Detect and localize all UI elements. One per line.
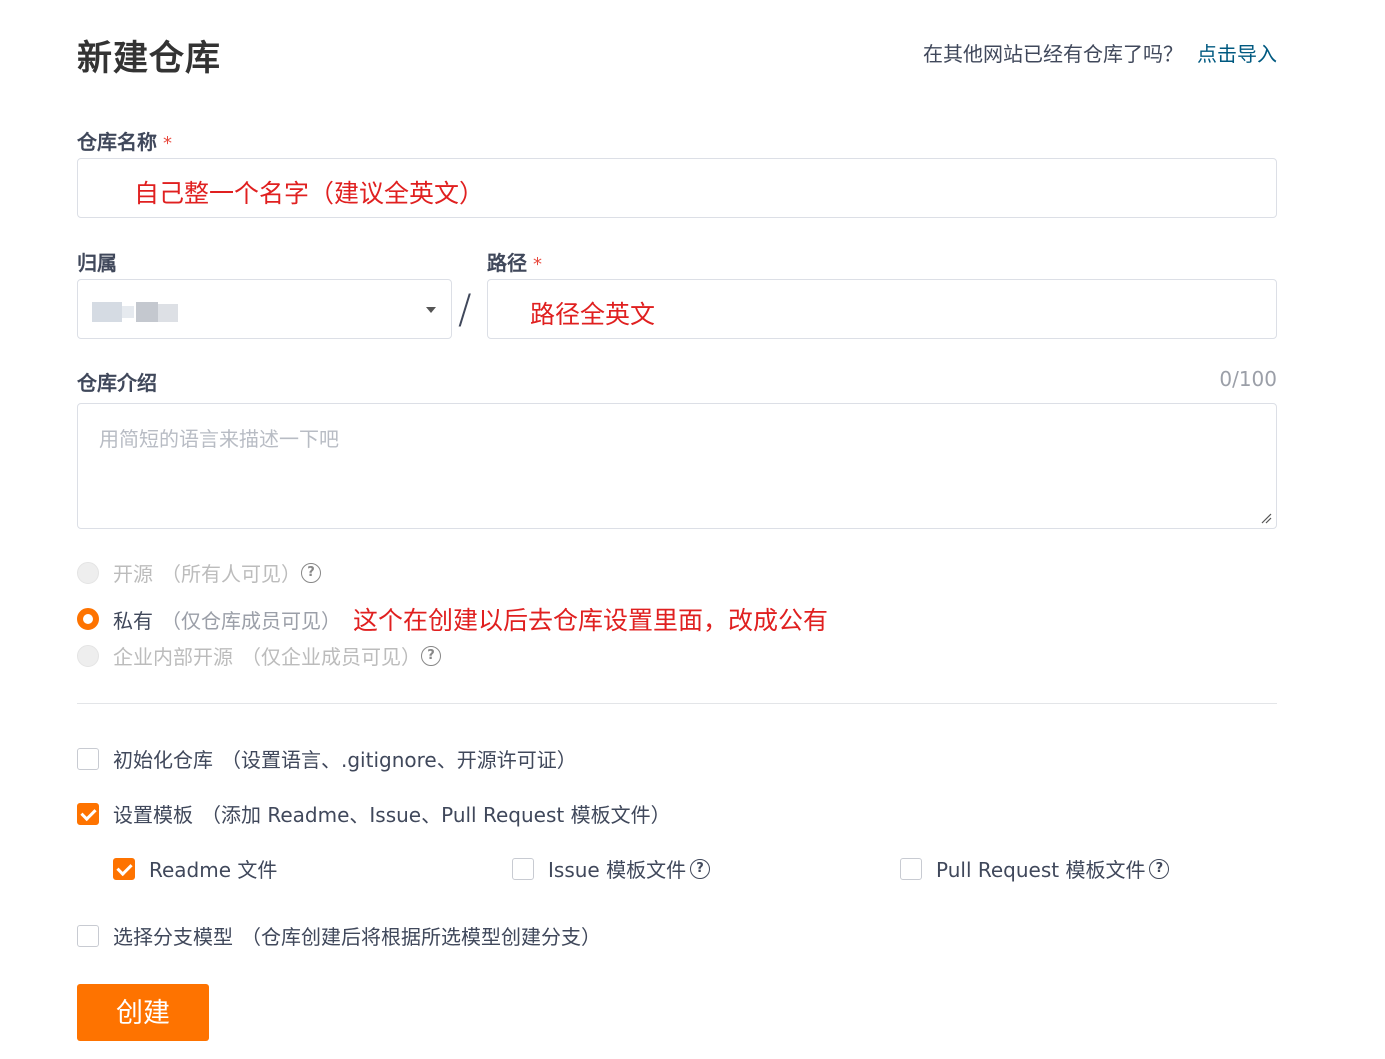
pull-request-label: Pull Request 模板文件 (936, 858, 1146, 882)
radio-enterprise-label: 企业内部开源 (113, 645, 233, 669)
radio-option-enterprise[interactable]: 企业内部开源 （仅企业成员可见） ? (77, 641, 441, 670)
description-counter: 0/100 (1219, 367, 1277, 391)
template-pr-option[interactable]: Pull Request 模板文件 ? (900, 854, 1170, 883)
branch-model-checkbox[interactable] (77, 924, 99, 947)
path-label-text: 路径 (487, 251, 527, 275)
radio-option-private[interactable]: 私有 （仅仓库成员可见） 这个在创建以后去仓库设置里面，改成公有 (77, 601, 828, 637)
branch-model-label: 选择分支模型 (113, 925, 233, 949)
divider (77, 703, 1277, 704)
path-label: 路径 * (487, 247, 542, 276)
description-textarea[interactable]: 用简短的语言来描述一下吧 (77, 403, 1277, 529)
template-checkbox[interactable] (77, 802, 99, 825)
resize-handle-icon[interactable] (1260, 512, 1272, 524)
create-button[interactable]: 创建 (77, 984, 209, 1041)
radio-option-public[interactable]: 开源 （所有人可见） ? (77, 558, 321, 587)
template-issue-option[interactable]: Issue 模板文件 ? (512, 854, 711, 883)
branch-model-note: （仓库创建后将根据所选模型创建分支） (241, 925, 601, 949)
import-link[interactable]: 点击导入 (1197, 42, 1277, 66)
required-mark: * (533, 254, 542, 275)
path-annotation: 路径全英文 (530, 300, 656, 329)
help-icon[interactable]: ? (421, 645, 441, 666)
radio-enterprise-note: （仅企业成员可见） (241, 645, 421, 669)
help-icon[interactable]: ? (1149, 858, 1170, 879)
radio-public-note: （所有人可见） (161, 562, 301, 586)
help-icon[interactable]: ? (301, 562, 321, 583)
repo-name-label: 仓库名称 * (77, 126, 172, 155)
issue-checkbox[interactable] (512, 857, 534, 880)
repo-name-input[interactable]: 自己整一个名字（建议全英文） (77, 158, 1277, 218)
description-label: 仓库介绍 (77, 371, 157, 395)
radio-private[interactable] (77, 608, 99, 630)
required-mark: * (163, 133, 172, 154)
init-repo-label: 初始化仓库 (113, 748, 213, 772)
path-input[interactable]: 路径全英文 (487, 279, 1277, 339)
owner-select[interactable] (77, 279, 452, 339)
repo-name-annotation: 自己整一个名字（建议全英文） (134, 179, 485, 208)
pull-request-checkbox[interactable] (900, 857, 922, 880)
init-repo-note: （设置语言、.gitignore、开源许可证） (221, 748, 577, 772)
template-readme-option[interactable]: Readme 文件 (113, 854, 277, 883)
readme-label: Readme 文件 (149, 858, 278, 882)
owner-blurred-name (92, 300, 180, 324)
init-repo-option[interactable]: 初始化仓库 （设置语言、.gitignore、开源许可证） (77, 744, 577, 773)
visibility-annotation: 这个在创建以后去仓库设置里面，改成公有 (353, 606, 829, 635)
branch-model-option[interactable]: 选择分支模型 （仓库创建后将根据所选模型创建分支） (77, 921, 601, 950)
radio-public[interactable] (77, 561, 99, 584)
template-label: 设置模板 (113, 803, 193, 827)
help-icon[interactable]: ? (690, 858, 711, 879)
init-repo-checkbox[interactable] (77, 747, 99, 770)
page-title: 新建仓库 (77, 39, 222, 79)
radio-private-label: 私有 (113, 608, 153, 633)
description-placeholder: 用简短的语言来描述一下吧 (99, 427, 339, 451)
radio-public-label: 开源 (113, 562, 153, 586)
radio-enterprise[interactable] (77, 644, 99, 667)
path-separator: / (458, 287, 472, 333)
repo-name-label-text: 仓库名称 (77, 130, 157, 154)
template-option[interactable]: 设置模板 （添加 Readme、Issue、Pull Request 模板文件） (77, 799, 671, 828)
owner-label: 归属 (77, 251, 117, 275)
radio-private-note: （仅仓库成员可见） (161, 608, 341, 633)
caret-down-icon (426, 307, 436, 313)
import-prompt: 在其他网站已经有仓库了吗？ 点击导入 (923, 38, 1277, 67)
readme-checkbox[interactable] (113, 857, 135, 880)
template-note: （添加 Readme、Issue、Pull Request 模板文件） (201, 803, 671, 827)
issue-label: Issue 模板文件 (548, 858, 687, 882)
import-prompt-text: 在其他网站已经有仓库了吗？ (923, 42, 1183, 66)
